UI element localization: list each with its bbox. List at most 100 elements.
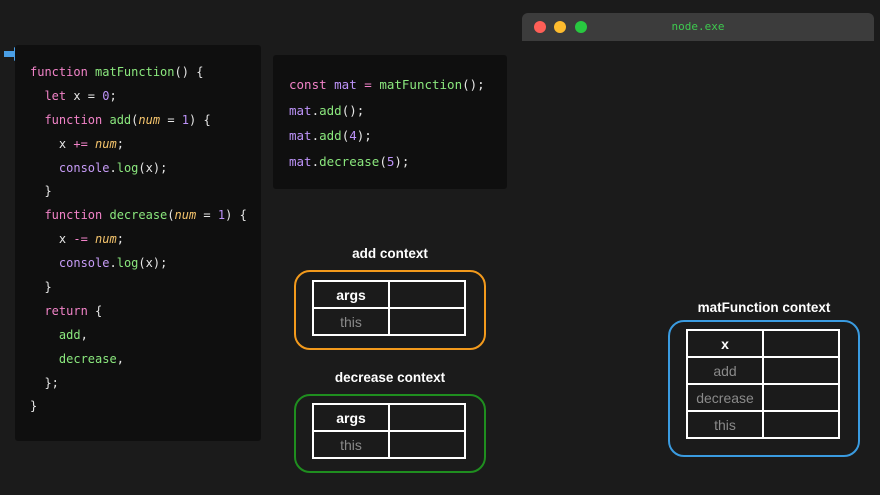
code-token: num [95, 232, 117, 247]
context-key-cell: decrease [686, 383, 764, 412]
code-token: num [95, 136, 117, 151]
context-key-cell: this [312, 307, 390, 336]
usage-code-line: mat.add(4); [289, 123, 485, 149]
code-line: } [30, 180, 247, 204]
context-key-cell: x [686, 329, 764, 358]
usage-code-line: mat.decrease(5); [289, 149, 485, 175]
context-value-cell [762, 383, 840, 412]
context-row: decrease [686, 383, 840, 412]
decrease-context-table: args this [312, 403, 466, 459]
context-row: args [312, 403, 466, 432]
decrease-context-title: decrease context [334, 370, 446, 385]
code-token: console [30, 160, 110, 175]
context-key-cell: args [312, 280, 390, 309]
code-token: , [116, 351, 124, 366]
code-line: function add(num = 1) { [30, 109, 247, 133]
terminal-title: node.exe [671, 20, 725, 33]
code-token: (x); [138, 160, 168, 175]
code-token: let [30, 88, 74, 103]
matfunction-context-title: matFunction context [697, 300, 831, 315]
code-line: x += num; [30, 133, 247, 157]
code-token: () { [174, 65, 204, 79]
code-token: { [95, 303, 103, 318]
context-key-cell: this [686, 410, 764, 439]
code-lines: function matFunction() { let x = 0; func… [30, 61, 247, 419]
code-token: log [116, 160, 139, 175]
usage-code-line: const mat = matFunction(); [289, 72, 485, 98]
code-line: decrease, [30, 348, 247, 372]
context-row: add [686, 356, 840, 385]
code-line: }; [30, 372, 247, 396]
code-line: console.log(x); [30, 157, 247, 181]
context-row: this [312, 430, 466, 459]
add-context-title: add context [352, 246, 428, 261]
code-line: function decrease(num = 1) { [30, 204, 247, 228]
usage-code-panel: const mat = matFunction(); mat.add(); mat.… [273, 55, 507, 189]
code-token: add [319, 128, 342, 144]
code-token: } [30, 280, 52, 295]
code-token: -= [73, 232, 88, 247]
code-token: console [30, 256, 110, 271]
code-token: num [138, 112, 161, 127]
context-key-cell: this [312, 430, 390, 459]
code-token: add [109, 112, 132, 127]
context-key-cell: add [686, 356, 764, 385]
code-line: add, [30, 324, 247, 348]
code-token: . [311, 128, 320, 144]
code-token: function [30, 208, 110, 223]
code-token: (x); [138, 256, 168, 271]
code-line: let x = 0; [30, 85, 247, 109]
context-key-cell: args [312, 403, 390, 432]
code-token: x [30, 232, 74, 247]
context-value-cell [388, 307, 466, 336]
context-row: args [312, 280, 466, 309]
code-token: += [73, 136, 88, 151]
code-line: x -= num; [30, 228, 247, 252]
code-token: function [30, 112, 110, 127]
context-row: x [686, 329, 840, 358]
code-token: } [30, 399, 38, 414]
code-token: num [174, 208, 197, 223]
code-token: 1 [181, 112, 190, 127]
context-row: this [312, 307, 466, 336]
code-token: ) { [189, 112, 211, 127]
code-line: return { [30, 300, 247, 324]
usage-lines: const mat = matFunction(); mat.add(); mat.… [289, 72, 485, 174]
code-token: = [196, 208, 218, 223]
code-token: ( [379, 153, 387, 169]
code-token: . [311, 102, 320, 118]
code-token: . [109, 160, 117, 175]
context-row: this [686, 410, 840, 439]
code-line: } [30, 395, 247, 419]
code-token: mat [289, 102, 312, 118]
code-line: console.log(x); [30, 252, 247, 276]
code-token: ) { [225, 208, 247, 223]
code-line: function matFunction() { [30, 61, 247, 85]
code-token: log [116, 256, 139, 271]
code-token: mat [289, 128, 312, 144]
code-token: = [356, 77, 380, 92]
code-token: ; [116, 136, 124, 151]
code-token: } [30, 184, 52, 199]
code-token: ); [356, 128, 372, 144]
context-value-cell [388, 430, 466, 459]
context-value-cell [388, 403, 466, 432]
code-token: matFunction [379, 77, 463, 92]
code-token: mat [334, 77, 357, 92]
add-context-table: args this [312, 280, 466, 336]
code-token: (); [341, 102, 365, 118]
code-token: ; [116, 232, 124, 247]
code-token: (); [462, 77, 485, 92]
code-token: decrease [30, 351, 117, 366]
code-token: }; [30, 375, 59, 390]
context-value-cell [762, 410, 840, 439]
code-token: matFunction [95, 65, 175, 79]
code-token: . [311, 153, 320, 169]
code-token: ; [109, 88, 117, 103]
code-token: mat [289, 153, 312, 169]
code-token: . [109, 256, 117, 271]
terminal-titlebar: node.exe [522, 13, 874, 41]
code-token: decrease [319, 153, 380, 169]
code-token: 4 [349, 128, 357, 144]
